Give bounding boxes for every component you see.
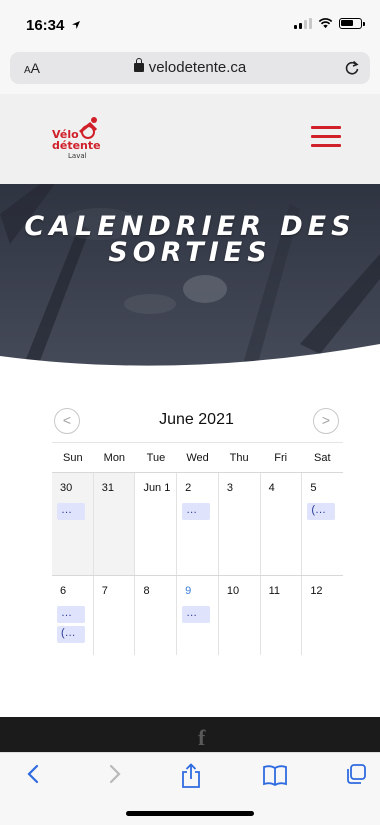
cyclist-logo-icon: Vélo détente Laval bbox=[52, 117, 101, 160]
day-number: 8 bbox=[143, 585, 150, 597]
day-number: 10 bbox=[226, 585, 240, 597]
calendar-event[interactable]: … bbox=[57, 606, 85, 623]
day-number-today: 9 bbox=[185, 585, 192, 597]
weekday-label: Sat bbox=[314, 452, 331, 464]
browser-toolbar bbox=[0, 752, 380, 825]
calendar-header: < June 2021 > bbox=[44, 398, 349, 442]
hamburger-menu-icon[interactable] bbox=[311, 126, 341, 148]
calendar-day-cell[interactable]: 5 (… bbox=[302, 473, 343, 575]
facebook-icon[interactable]: f bbox=[198, 725, 205, 751]
bookmarks-icon[interactable] bbox=[262, 763, 288, 787]
site-footer: f bbox=[0, 717, 380, 755]
calendar-event[interactable]: (… bbox=[57, 626, 85, 643]
battery-icon bbox=[339, 18, 365, 29]
address-bar[interactable]: AA velodetente.ca bbox=[10, 52, 370, 84]
next-month-button[interactable]: > bbox=[313, 408, 339, 434]
status-icons bbox=[294, 18, 365, 29]
logo-text-mid: détente bbox=[52, 139, 101, 152]
calendar-day-cell[interactable]: 7 bbox=[94, 576, 136, 655]
day-number: 31 bbox=[101, 482, 114, 494]
weekday-label: Fri bbox=[274, 452, 288, 464]
calendar-day-cell[interactable]: Jun 1 bbox=[135, 473, 178, 575]
site-logo[interactable]: Vélo détente Laval bbox=[50, 116, 110, 160]
status-time: 16:34 bbox=[26, 17, 81, 34]
site-header: Vélo détente Laval bbox=[0, 94, 380, 184]
status-bar: 16:34 bbox=[0, 0, 380, 48]
calendar-event[interactable]: … bbox=[182, 503, 211, 520]
url-text: velodetente.ca bbox=[148, 59, 247, 76]
page-title: CALENDRIER DES SORTIES bbox=[0, 213, 380, 268]
calendar-day-cell[interactable]: 10 bbox=[219, 576, 261, 655]
status-time-text: 16:34 bbox=[26, 17, 65, 34]
day-number: 2 bbox=[185, 482, 192, 494]
calendar-day-cell[interactable]: 11 bbox=[261, 576, 303, 655]
day-number: 7 bbox=[101, 585, 108, 597]
calendar-day-cell[interactable]: 6 … (… bbox=[52, 576, 94, 655]
page-title-line2: SORTIES bbox=[108, 237, 272, 268]
calendar-day-cell[interactable]: 2 … bbox=[177, 473, 219, 575]
day-number: 4 bbox=[268, 482, 275, 494]
day-number: 3 bbox=[226, 482, 233, 494]
calendar-day-cell[interactable]: 30 … bbox=[52, 473, 94, 575]
browser-address-area: AA velodetente.ca bbox=[0, 48, 380, 94]
day-number: 30 bbox=[60, 482, 73, 494]
calendar-event[interactable]: … bbox=[182, 606, 211, 623]
logo-text-bottom: Laval bbox=[68, 152, 87, 160]
weekday-label: Tue bbox=[146, 452, 166, 464]
cellular-signal-icon bbox=[294, 18, 312, 29]
day-number: 11 bbox=[268, 585, 281, 597]
url-display[interactable]: velodetente.ca bbox=[10, 58, 370, 76]
weekday-label: Mon bbox=[103, 452, 126, 464]
calendar-day-cell[interactable]: 31 bbox=[93, 473, 136, 575]
forward-arrow-icon[interactable] bbox=[108, 763, 122, 785]
calendar-day-cell[interactable]: 4 bbox=[261, 473, 303, 575]
day-number: 6 bbox=[60, 585, 67, 597]
calendar-day-cell[interactable]: 3 bbox=[219, 473, 261, 575]
back-arrow-icon[interactable] bbox=[26, 763, 40, 785]
calendar-week-row: 30 … 31 Jun 1 2 … 3 4 5 (… bbox=[52, 472, 343, 575]
chevron-right-icon: > bbox=[321, 412, 331, 428]
tabs-icon[interactable] bbox=[345, 763, 367, 785]
weekday-header-row: Sun Mon Tue Wed Thu Fri Sat bbox=[52, 442, 343, 472]
reload-icon[interactable] bbox=[344, 59, 360, 77]
calendar-day-cell[interactable]: 9 … bbox=[177, 576, 219, 655]
lock-icon bbox=[133, 58, 144, 72]
weekday-label: Thu bbox=[229, 452, 249, 464]
weekday-label: Wed bbox=[186, 452, 209, 464]
location-arrow-icon bbox=[71, 21, 80, 29]
calendar-day-cell[interactable]: 8 bbox=[135, 576, 178, 655]
hero-banner: CALENDRIER DES SORTIES bbox=[0, 184, 380, 374]
calendar-event[interactable]: … bbox=[57, 503, 85, 520]
share-icon[interactable] bbox=[180, 763, 202, 789]
wifi-icon bbox=[318, 18, 333, 29]
calendar-title: June 2021 bbox=[159, 411, 234, 428]
calendar-day-cell[interactable]: 12 bbox=[302, 576, 343, 655]
weekday-label: Sun bbox=[63, 452, 83, 464]
day-number: 12 bbox=[310, 585, 323, 597]
home-indicator bbox=[126, 811, 254, 816]
day-number: 5 bbox=[310, 482, 317, 494]
events-calendar: < June 2021 > Sun Mon Tue Wed Thu Fri Sa… bbox=[44, 398, 349, 670]
calendar-event[interactable]: (… bbox=[307, 503, 336, 520]
calendar-week-row: 6 … (… 7 8 9 … 10 11 12 bbox=[52, 575, 343, 655]
day-number: Jun 1 bbox=[143, 482, 171, 494]
